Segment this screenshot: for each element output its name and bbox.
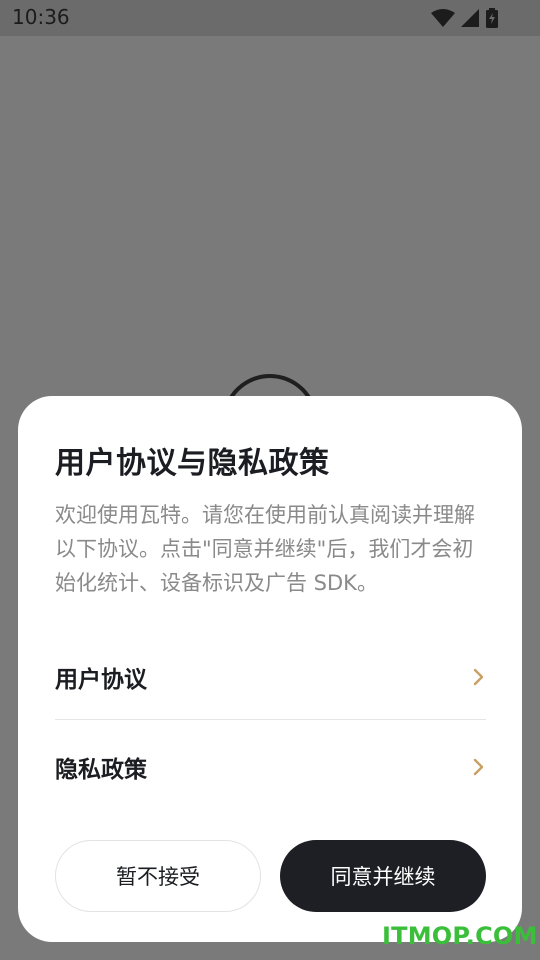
chevron-right-icon <box>473 668 484 686</box>
dialog-title: 用户协议与隐私政策 <box>55 446 330 481</box>
user-agreement-label: 用户协议 <box>55 667 147 693</box>
privacy-policy-label: 隐私政策 <box>55 757 147 783</box>
privacy-policy-link[interactable]: 隐私政策 <box>55 725 486 809</box>
dialog-body-text: 欢迎使用瓦特。请您在使用前认真阅读并理解以下协议。点击"同意并继续"后，我们才会… <box>55 503 475 595</box>
watermark-text: ITMOP.COM <box>382 922 538 950</box>
accept-continue-button[interactable]: 同意并继续 <box>280 840 486 912</box>
signal-icon <box>461 9 479 27</box>
user-agreement-link[interactable]: 用户协议 <box>55 635 486 719</box>
chevron-right-icon <box>473 758 484 776</box>
divider <box>55 719 486 720</box>
privacy-dialog: 用户协议与隐私政策 欢迎使用瓦特。请您在使用前认真阅读并理解以下协议。点击"同意… <box>18 396 522 942</box>
wifi-icon <box>431 9 455 27</box>
decline-button[interactable]: 暂不接受 <box>55 840 261 912</box>
status-time: 10:36 <box>12 5 70 29</box>
battery-icon <box>486 8 498 28</box>
status-bar: 10:36 <box>0 0 540 36</box>
